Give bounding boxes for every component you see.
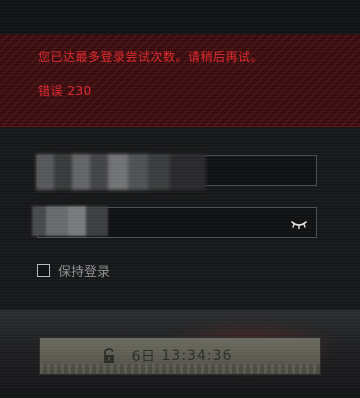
eye-closed-icon[interactable] [290, 216, 308, 230]
top-strip [0, 0, 360, 34]
error-banner: 您已达最多登录尝试次数。请稍后再试。 错误 230 [0, 34, 360, 127]
footer: 6日 13:34:36 [0, 310, 360, 398]
username-input[interactable] [38, 156, 316, 185]
login-screen: 您已达最多登录尝试次数。请稍后再试。 错误 230 保持登录 6日 13:34:… [0, 0, 360, 398]
countdown-time: 13:34:36 [161, 348, 233, 364]
remember-me-option[interactable]: 保持登录 [37, 261, 111, 280]
remember-me-checkbox[interactable] [37, 263, 50, 277]
username-field[interactable] [36, 154, 317, 190]
password-input[interactable] [38, 208, 316, 237]
password-field[interactable] [32, 206, 317, 238]
countdown-days: 6日 [131, 349, 156, 365]
error-message: 您已达最多登录尝试次数。请稍后再试。 [38, 50, 264, 64]
login-form: 保持登录 [0, 127, 360, 310]
error-code: 错误 230 [38, 84, 92, 98]
padlock-icon [100, 347, 118, 365]
lockout-countdown-button[interactable]: 6日 13:34:36 [39, 337, 321, 375]
remember-me-label: 保持登录 [58, 264, 111, 280]
